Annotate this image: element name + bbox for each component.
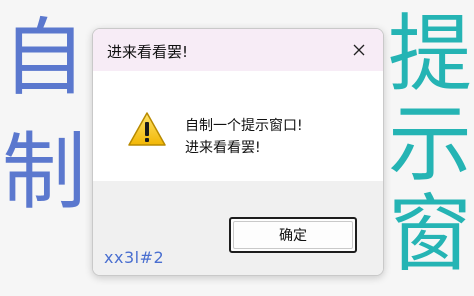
dialog-content: 自制一个提示窗口! 进来看看罢! xyxy=(93,71,383,181)
close-icon xyxy=(353,44,365,56)
close-button[interactable] xyxy=(345,37,373,63)
focus-ring xyxy=(233,221,353,249)
banner-char: 自 xyxy=(1,9,86,107)
message-line: 进来看看罢! xyxy=(185,140,261,156)
warning-icon xyxy=(128,112,166,146)
title-bar[interactable]: 进来看看罢! xyxy=(93,29,383,71)
message-line: 自制一个提示窗口! xyxy=(185,118,303,134)
banner-char: 窗 xyxy=(387,185,472,283)
dialog-title: 进来看看罢! xyxy=(107,43,189,61)
ok-button[interactable]: 确定 xyxy=(229,217,357,253)
banner-char: 提 xyxy=(387,5,472,103)
watermark-text: xx3l#2 xyxy=(104,248,165,267)
right-banner: 提 示 窗 xyxy=(384,12,474,282)
banner-char: 制 xyxy=(1,123,86,221)
message-dialog: 进来看看罢! 自制一个提示窗口! 进来看看罢! 确定 xyxy=(92,28,384,276)
dialog-message: 自制一个提示窗口! 进来看看罢! xyxy=(185,115,303,159)
left-banner: 自 制 xyxy=(0,16,90,244)
banner-char: 示 xyxy=(387,95,472,193)
